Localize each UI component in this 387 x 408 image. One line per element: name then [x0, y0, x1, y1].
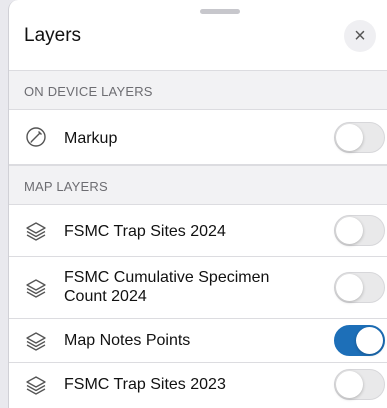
toggle-knob [336, 217, 363, 244]
section-header-label: ON DEVICE LAYERS [24, 84, 153, 99]
layer-label: FSMC Trap Sites 2023 [64, 376, 226, 393]
layer-row-fsmc-trap-sites-2024: FSMC Trap Sites 2024 [9, 205, 387, 257]
markup-icon [26, 127, 46, 147]
toggle-knob [356, 327, 383, 354]
layer-toggle-markup[interactable] [334, 122, 385, 153]
layer-row-fsmc-trap-sites-2023: FSMC Trap Sites 2023 [9, 363, 387, 408]
layer-toggle-fsmc-trap-sites-2023[interactable] [334, 369, 385, 400]
layers-icon [26, 279, 46, 298]
close-button[interactable]: × [344, 20, 376, 52]
section-header-map-layers: MAP LAYERS [9, 165, 387, 205]
toggle-knob [336, 124, 363, 151]
layer-label: FSMC Trap Sites 2024 [64, 223, 226, 240]
layer-toggle-fsmc-cumulative-specimen-count-2024[interactable] [334, 272, 385, 303]
layers-icon [26, 332, 46, 351]
toggle-knob [336, 274, 363, 301]
close-icon: × [354, 25, 366, 47]
layers-icon [26, 222, 46, 241]
panel-header: Layers × [9, 14, 387, 58]
layers-panel: Layers × ON DEVICE LAYERS Markup MAP LAY… [8, 0, 387, 408]
layer-row-markup: Markup [9, 110, 387, 165]
layer-toggle-fsmc-trap-sites-2024[interactable] [334, 215, 385, 246]
layer-label: Map Notes Points [64, 332, 191, 349]
layer-label: FSMC Cumulative Specimen Count 2024 [64, 269, 270, 305]
section-header-on-device-layers: ON DEVICE LAYERS [9, 70, 387, 110]
panel-title: Layers [24, 25, 82, 46]
toggle-knob [336, 371, 363, 398]
layer-label: Markup [64, 130, 118, 147]
layer-toggle-map-notes-points[interactable] [334, 325, 385, 356]
section-header-label: MAP LAYERS [24, 179, 108, 194]
layers-icon [26, 376, 46, 395]
layer-row-map-notes-points: Map Notes Points [9, 319, 387, 363]
layer-row-fsmc-cumulative-specimen-count-2024: FSMC Cumulative Specimen Count 2024 [9, 257, 387, 319]
